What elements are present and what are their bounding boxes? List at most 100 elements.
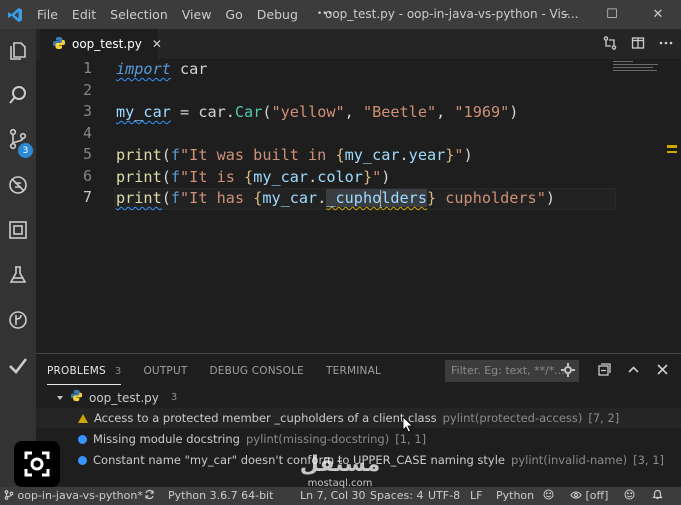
camera-overlay-icon xyxy=(14,441,60,487)
smiley-icon[interactable] xyxy=(543,487,554,505)
tab-close-button[interactable]: ✕ xyxy=(152,37,162,51)
watermark-latin: mostaql.com xyxy=(307,478,373,489)
menu-file[interactable]: File xyxy=(30,0,65,29)
menu-debug[interactable]: Debug xyxy=(250,0,305,29)
split-editor-icon[interactable] xyxy=(631,36,645,53)
variable: my_car xyxy=(116,103,171,121)
problem-row[interactable]: Access to a protected member _cupholders… xyxy=(36,408,681,428)
python-interpreter[interactable]: Python 3.6.7 64-bit xyxy=(168,487,273,505)
maximize-button[interactable]: ☐ xyxy=(589,0,635,29)
code-editor[interactable]: 1 2 3 4 5 6 7 import car my_car = car.Ca… xyxy=(36,59,681,353)
brace: { xyxy=(335,146,345,164)
watermark-arabic: مستقل xyxy=(299,452,381,477)
string-literal: "Beetle" xyxy=(362,103,437,121)
minimize-button[interactable]: – xyxy=(543,0,589,29)
tab-terminal[interactable]: TERMINAL xyxy=(315,354,392,388)
line-number: 5 xyxy=(82,145,92,163)
problems-count: 3 xyxy=(114,366,122,377)
live-share-label: [off] xyxy=(585,489,609,502)
dot: . xyxy=(317,189,327,207)
attribute-warning: lders xyxy=(381,189,427,207)
menu-edit[interactable]: Edit xyxy=(65,0,103,29)
panel-actions xyxy=(598,354,669,388)
activity-bar: 3 xyxy=(0,29,36,487)
dot: . xyxy=(225,103,235,121)
language-mode[interactable]: Python xyxy=(496,487,534,505)
branch-status[interactable]: oop-in-java-vs-python* xyxy=(4,487,143,505)
gitlens-icon[interactable] xyxy=(0,300,36,340)
window-controls: – ☐ ✕ xyxy=(543,0,681,29)
comma: , xyxy=(436,103,455,121)
string-literal: " xyxy=(372,168,382,186)
problems-file-row[interactable]: oop_test.py 3 xyxy=(36,388,681,408)
line-number: 2 xyxy=(82,81,92,99)
explorer-icon[interactable] xyxy=(0,31,36,71)
minimap[interactable] xyxy=(613,61,663,75)
tab-debug-console[interactable]: DEBUG CONSOLE xyxy=(198,354,315,388)
branch-name: oop-in-java-vs-python* xyxy=(17,489,143,502)
dot: . xyxy=(399,146,409,164)
flask-icon[interactable] xyxy=(0,255,36,295)
problem-message: Access to a protected member _cupholders… xyxy=(94,411,437,425)
string-literal: "It is xyxy=(180,168,245,186)
problems-filter-input[interactable]: Filter. Eg: text, **/*.... xyxy=(445,360,579,382)
paren: ) xyxy=(463,146,473,164)
fstring-prefix: f xyxy=(170,168,181,186)
check-icon[interactable] xyxy=(0,345,36,385)
brace: { xyxy=(244,168,254,186)
problem-position: [7, 2] xyxy=(588,411,620,425)
title-bar: File Edit Selection View Go Debug ••• oo… xyxy=(0,0,681,29)
maximize-panel-icon[interactable] xyxy=(627,363,640,379)
feedback-icon[interactable] xyxy=(624,487,635,505)
problem-position: [3, 1] xyxy=(633,453,664,467)
function-name: print xyxy=(116,146,162,164)
notifications-icon[interactable] xyxy=(652,487,663,505)
string-literal: "yellow" xyxy=(271,103,345,121)
scrollbar-warning-marker xyxy=(667,151,677,153)
tab-oop-test[interactable]: oop_test.py ✕ xyxy=(40,29,162,59)
paren: ) xyxy=(381,168,391,186)
info-icon xyxy=(78,434,87,444)
open-changes-icon[interactable] xyxy=(603,35,617,53)
sync-icon[interactable] xyxy=(144,487,155,505)
fstring-prefix: f xyxy=(170,146,181,164)
brace: } xyxy=(426,189,437,207)
menu-selection[interactable]: Selection xyxy=(103,0,175,29)
variable: my_car xyxy=(262,189,318,207)
more-actions-icon[interactable] xyxy=(659,36,673,53)
code-line-7: print(f"It has {my_car._cupholders} cuph… xyxy=(116,188,555,209)
vscode-logo-icon xyxy=(0,0,30,29)
warning-icon xyxy=(78,413,88,423)
search-icon[interactable] xyxy=(0,75,36,115)
extensions-icon[interactable] xyxy=(0,210,36,250)
tab-problems-label: PROBLEMS xyxy=(47,365,106,377)
close-panel-icon[interactable] xyxy=(656,363,669,379)
line-number: 3 xyxy=(82,102,92,120)
menu-view[interactable]: View xyxy=(175,0,219,29)
tab-output[interactable]: OUTPUT xyxy=(132,354,198,388)
filter-settings-icon[interactable] xyxy=(560,362,576,381)
function-name: print xyxy=(116,168,162,186)
line-number: 4 xyxy=(82,124,92,142)
keyword: import xyxy=(116,60,171,78)
encoding[interactable]: UTF-8 xyxy=(428,487,460,505)
paren: ) xyxy=(509,103,519,121)
paren: ) xyxy=(545,189,556,207)
code-line-5: print(f"It was built in {my_car.year}") xyxy=(116,145,473,166)
debug-icon[interactable] xyxy=(0,165,36,205)
menu-bar: File Edit Selection View Go Debug ••• xyxy=(30,0,340,29)
close-window-button[interactable]: ✕ xyxy=(635,0,681,29)
collapse-all-icon[interactable] xyxy=(598,363,611,379)
paren: ( xyxy=(161,189,171,207)
tab-problems[interactable]: PROBLEMS 3 xyxy=(36,354,132,388)
source-control-icon[interactable]: 3 xyxy=(0,119,36,159)
problem-source: pylint(protected-access) xyxy=(442,411,583,425)
brace: { xyxy=(253,189,263,207)
chevron-down-icon[interactable] xyxy=(56,388,64,408)
menu-go[interactable]: Go xyxy=(218,0,249,29)
line-ending[interactable]: LF xyxy=(470,487,482,505)
editor-tab-bar: oop_test.py ✕ xyxy=(36,29,681,59)
problem-row[interactable]: Missing module docstring pylint(missing-… xyxy=(36,429,681,449)
live-share-status[interactable]: [off] xyxy=(570,487,608,505)
source-control-badge: 3 xyxy=(18,143,33,158)
